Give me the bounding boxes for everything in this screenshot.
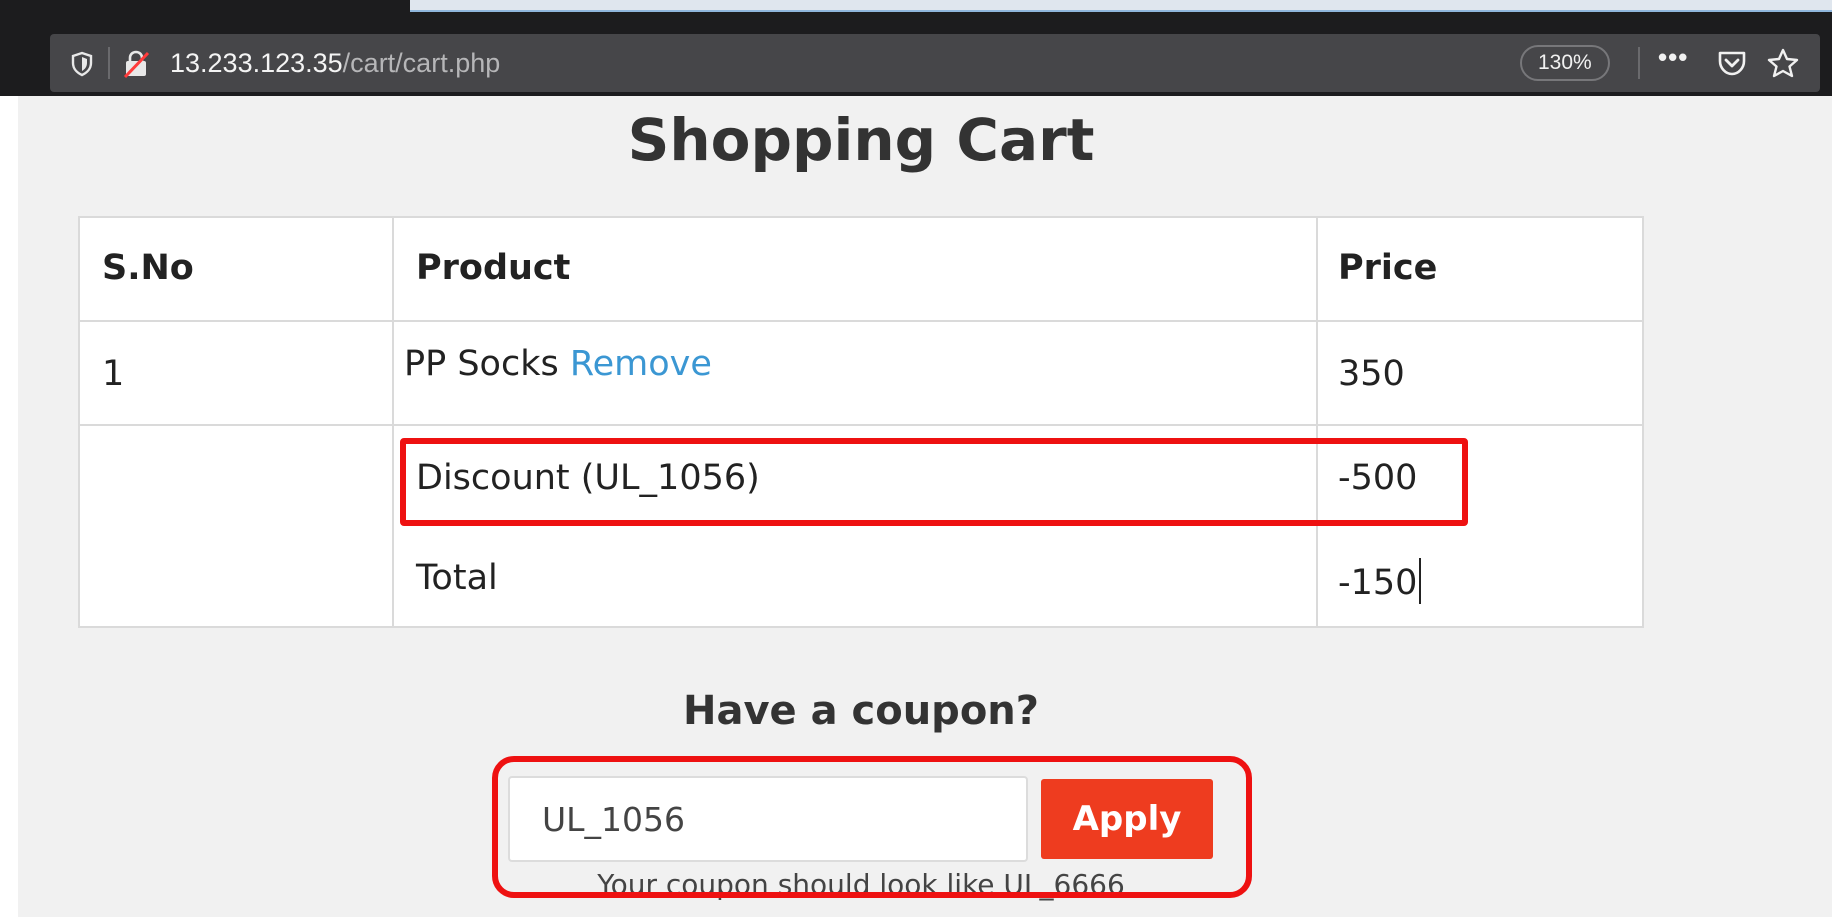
toolbar-separator [1638, 47, 1640, 79]
total-label: Total [416, 558, 498, 598]
cart-table: S.No Product Price 1 PP Socks Remove 350… [78, 216, 1644, 628]
text-cursor [1419, 558, 1422, 604]
browser-toolbar: 13.233.123.35/cart/cart.php 130% ••• [0, 14, 1832, 96]
header-product: Product [416, 248, 571, 288]
active-tab-indicator [410, 0, 1832, 12]
row-product: PP Socks Remove [404, 344, 712, 384]
page-actions-icon[interactable]: ••• [1658, 44, 1692, 79]
insecure-lock-icon[interactable] [122, 50, 152, 78]
pocket-icon[interactable] [1715, 47, 1749, 79]
remove-link[interactable]: Remove [570, 344, 712, 384]
row-divider [80, 320, 1642, 322]
tab-strip [0, 0, 1832, 14]
url-text[interactable]: 13.233.123.35/cart/cart.php [170, 46, 500, 80]
zoom-badge[interactable]: 130% [1520, 45, 1610, 81]
column-divider [1316, 218, 1318, 626]
url-path: /cart/cart.php [342, 48, 501, 78]
bookmark-star-icon[interactable] [1766, 47, 1800, 79]
address-separator [108, 47, 110, 79]
page-title: Shopping Cart [627, 106, 1095, 174]
address-bar[interactable]: 13.233.123.35/cart/cart.php 130% ••• [50, 34, 1820, 92]
shield-icon[interactable] [70, 51, 94, 77]
coupon-title: Have a coupon? [683, 688, 1039, 734]
coupon-highlight-box [492, 756, 1252, 898]
product-name: PP Socks [404, 344, 559, 384]
row-sno: 1 [102, 354, 125, 394]
total-value: -150 [1338, 558, 1422, 604]
row-price: 350 [1338, 354, 1405, 394]
row-divider [80, 424, 1642, 426]
url-host: 13.233.123.35 [170, 48, 343, 78]
header-price: Price [1338, 248, 1438, 288]
column-divider [392, 218, 394, 626]
page-content: Shopping Cart S.No Product Price 1 PP So… [18, 96, 1832, 917]
discount-highlight-box [400, 438, 1468, 526]
total-amount: -150 [1338, 563, 1418, 603]
header-sno: S.No [102, 248, 194, 288]
